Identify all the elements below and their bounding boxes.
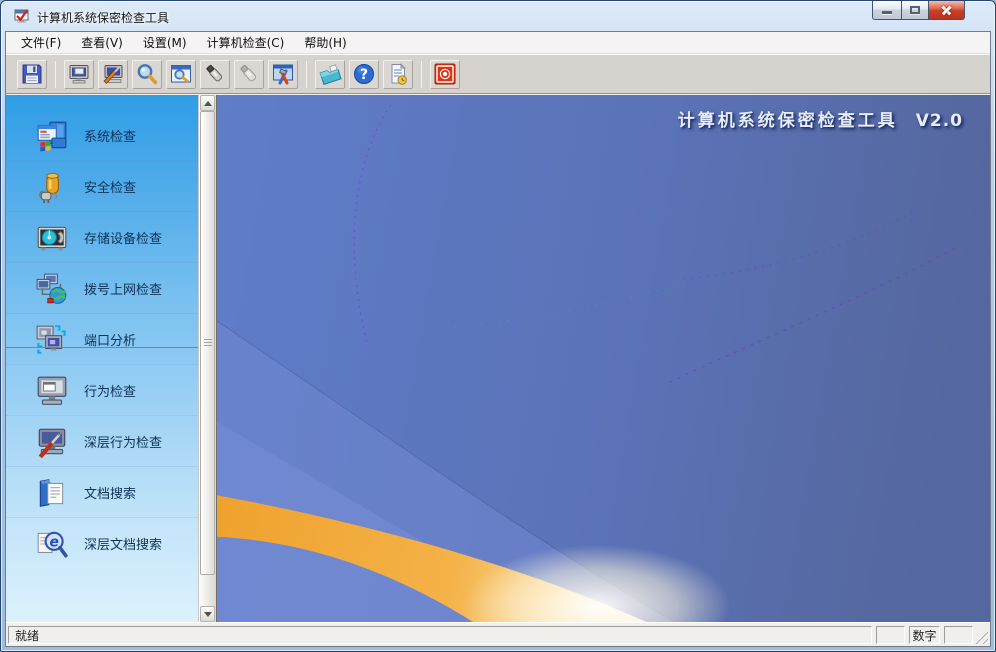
report-icon xyxy=(386,62,410,86)
scroll-thumb[interactable] xyxy=(200,111,215,575)
wallpaper-background xyxy=(217,95,990,622)
status-empty-panel xyxy=(876,626,905,644)
scroll-down-button[interactable] xyxy=(200,606,215,622)
status-message-panel: 就绪 xyxy=(8,626,872,644)
computer-check-icon xyxy=(67,62,91,86)
behavior-check-button[interactable] xyxy=(64,59,94,89)
open-folder-button[interactable] xyxy=(315,59,345,89)
window-controls xyxy=(872,1,965,20)
status-message: 就绪 xyxy=(15,628,40,643)
exit-icon xyxy=(433,62,457,86)
storage-check-icon xyxy=(35,221,69,255)
svg-text:e: e xyxy=(49,534,58,550)
sidebar-item-security-check[interactable]: 安全检查 xyxy=(6,161,198,212)
maximize-button[interactable] xyxy=(901,1,929,20)
port-analysis-icon xyxy=(35,323,69,357)
sidebar-item-deep-doc-search[interactable]: e 深层文档搜索 xyxy=(6,518,198,569)
help-icon: ? xyxy=(352,62,376,86)
triangle-down-icon xyxy=(203,611,212,617)
save-icon xyxy=(20,62,44,86)
sidebar-item-label: 存储设备检查 xyxy=(84,232,163,247)
sidebar-item-label: 深层文档搜索 xyxy=(84,538,163,553)
sidebar-item-behavior-check[interactable]: 行为检查 xyxy=(6,365,198,416)
content-area: 系统检查 安全检查 存储设备检查 拨号上网检查 端口分析 行为检查 深层行为检查… xyxy=(6,95,990,622)
settings-tools-icon xyxy=(271,62,295,86)
exit-button[interactable] xyxy=(430,59,460,89)
doc-search-icon xyxy=(35,476,69,510)
maximize-icon xyxy=(910,6,920,14)
settings-button[interactable] xyxy=(268,59,298,89)
usb-device-icon xyxy=(203,62,227,86)
minimize-icon xyxy=(882,10,892,14)
deep-behavior-check-icon xyxy=(35,425,69,459)
thumb-grip-icon xyxy=(203,339,212,347)
num-lock-label: 数字 xyxy=(912,628,937,643)
toolbar: ? xyxy=(6,54,990,94)
computer-repair-icon xyxy=(101,62,125,86)
deep-doc-search-icon: e xyxy=(35,527,69,561)
usb-device-disabled-icon xyxy=(237,62,261,86)
client-area: 文件(F) 查看(V) 设置(M) 计算机检查(C) 帮助(H) ? 系统检查 … xyxy=(5,31,991,647)
dialup-check-icon xyxy=(35,272,69,306)
watermark-version: V2.0 xyxy=(915,111,963,131)
system-check-icon xyxy=(35,119,69,153)
main-panel: 计算机系统保密检查工具 V2.0 xyxy=(216,95,990,622)
sidebar-scrollbar[interactable] xyxy=(198,95,216,622)
help-button[interactable]: ? xyxy=(349,59,379,89)
sidebar-item-label: 安全检查 xyxy=(84,181,137,196)
statusbar: 就绪 数字 xyxy=(6,622,990,646)
watermark-title: 计算机系统保密检查工具 V2.0 xyxy=(678,106,963,131)
menu-view[interactable]: 查看(V) xyxy=(71,31,133,54)
search-icon xyxy=(135,62,159,86)
save-button[interactable] xyxy=(17,59,47,89)
deep-search-button[interactable] xyxy=(166,59,196,89)
window-title: 计算机系统保密检查工具 xyxy=(37,11,170,25)
menubar: 文件(F) 查看(V) 设置(M) 计算机检查(C) 帮助(H) xyxy=(6,32,990,54)
selection-indicator-line xyxy=(6,347,198,348)
close-icon xyxy=(941,5,952,16)
svg-text:?: ? xyxy=(360,67,368,83)
sidebar-item-label: 文档搜索 xyxy=(84,487,137,502)
menu-help[interactable]: 帮助(H) xyxy=(294,31,356,54)
sidebar-item-dialup-check[interactable]: 拨号上网检查 xyxy=(6,263,198,314)
minimize-button[interactable] xyxy=(872,1,901,20)
window-search-icon xyxy=(169,62,193,86)
scroll-up-button[interactable] xyxy=(200,95,215,111)
triangle-up-icon xyxy=(203,100,212,106)
num-lock-indicator: 数字 xyxy=(909,626,940,644)
toolbar-separator xyxy=(306,60,307,88)
sidebar-item-deep-behavior-check[interactable]: 深层行为检查 xyxy=(6,416,198,467)
sidebar-item-system-check[interactable]: 系统检查 xyxy=(6,110,198,161)
menu-settings[interactable]: 设置(M) xyxy=(133,31,197,54)
watermark-text: 计算机系统保密检查工具 xyxy=(677,111,898,131)
sidebar: 系统检查 安全检查 存储设备检查 拨号上网检查 端口分析 行为检查 深层行为检查… xyxy=(6,95,198,622)
behavior-check-icon xyxy=(35,374,69,408)
toolbar-separator xyxy=(55,60,56,88)
sidebar-item-label: 拨号上网检查 xyxy=(84,283,163,298)
sidebar-item-port-analysis[interactable]: 端口分析 xyxy=(6,314,198,365)
report-button[interactable] xyxy=(383,59,413,89)
folder-icon xyxy=(318,62,342,86)
close-button[interactable] xyxy=(929,1,965,20)
sidebar-item-doc-search[interactable]: 文档搜索 xyxy=(6,467,198,518)
app-icon xyxy=(14,8,30,24)
menu-computer-check[interactable]: 计算机检查(C) xyxy=(197,31,295,54)
usb-check-button[interactable] xyxy=(200,59,230,89)
sidebar-item-storage-check[interactable]: 存储设备检查 xyxy=(6,212,198,263)
sidebar-item-label: 系统检查 xyxy=(84,130,137,145)
toolbar-separator xyxy=(421,60,422,88)
sidebar-item-label: 深层行为检查 xyxy=(84,436,163,451)
search-button[interactable] xyxy=(132,59,162,89)
app-window: 计算机系统保密检查工具 文件(F) 查看(V) 设置(M) 计算机检查(C) 帮… xyxy=(0,0,996,652)
security-check-icon xyxy=(35,170,69,204)
menu-file[interactable]: 文件(F) xyxy=(11,31,71,54)
usb-check-secondary-button[interactable] xyxy=(234,59,264,89)
titlebar[interactable]: 计算机系统保密检查工具 xyxy=(1,1,995,31)
resize-grip[interactable] xyxy=(974,630,988,644)
status-empty-panel xyxy=(944,626,973,644)
sidebar-item-label: 行为检查 xyxy=(84,385,137,400)
deep-behavior-check-button[interactable] xyxy=(98,59,128,89)
